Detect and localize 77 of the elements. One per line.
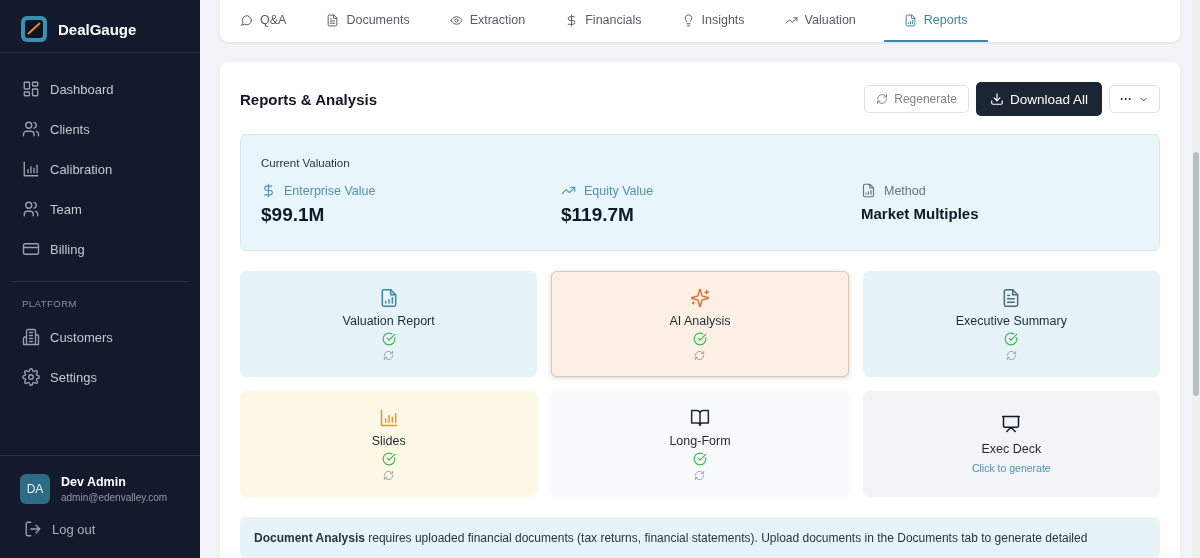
metric-value: $119.7M bbox=[561, 204, 635, 226]
scrollbar[interactable] bbox=[1192, 0, 1200, 558]
tab-icon bbox=[240, 13, 253, 27]
refresh-icon[interactable] bbox=[383, 469, 395, 481]
sidebar-icon bbox=[22, 160, 40, 178]
tab[interactable]: Reports bbox=[883, 0, 988, 42]
check-icon bbox=[693, 451, 707, 466]
report-name: Executive Summary bbox=[955, 313, 1067, 328]
check-icon bbox=[381, 331, 396, 346]
tab-icon bbox=[903, 13, 917, 27]
sidebar-item[interactable]: Team bbox=[10, 189, 190, 229]
check-icon bbox=[381, 451, 396, 466]
sidebar-icon bbox=[22, 240, 40, 258]
tab[interactable]: Q&A bbox=[228, 0, 299, 42]
metric-icon bbox=[261, 183, 276, 198]
check-icon bbox=[1004, 331, 1019, 346]
section-title: PLATFORM bbox=[21, 298, 79, 311]
refresh-icon[interactable] bbox=[1005, 349, 1017, 361]
refresh-icon[interactable] bbox=[694, 349, 706, 361]
report-card[interactable]: Valuation Report bbox=[240, 271, 538, 377]
refresh-icon[interactable] bbox=[383, 349, 395, 361]
metric-label: Enterprise Value bbox=[284, 183, 376, 198]
check-icon bbox=[693, 331, 707, 346]
logout-icon bbox=[24, 520, 42, 538]
report-name: Exec Deck bbox=[981, 442, 1042, 456]
report-icon bbox=[1001, 414, 1022, 434]
scrollbar-thumb[interactable] bbox=[1193, 152, 1199, 396]
refresh-icon bbox=[876, 93, 889, 105]
sidebar-icon bbox=[22, 368, 40, 386]
report-card[interactable]: Long-Form bbox=[551, 391, 849, 497]
brand-name: DealGauge bbox=[58, 20, 137, 38]
report-name: Slides bbox=[371, 433, 406, 448]
tab[interactable]: Insights bbox=[669, 0, 757, 42]
report-card[interactable]: Exec Deck Click to generate bbox=[862, 391, 1160, 497]
sidebar-icon bbox=[22, 200, 40, 218]
sidebar-item[interactable]: Customers bbox=[10, 317, 190, 357]
report-card[interactable]: AI Analysis bbox=[551, 271, 849, 377]
sidebar-icon bbox=[22, 328, 40, 346]
user-email: admin@edenvalley.com bbox=[61, 492, 168, 503]
sidebar-icon bbox=[22, 120, 40, 138]
user-name: Dev Admin bbox=[61, 475, 127, 489]
sidebar-item[interactable]: Dashboard bbox=[10, 69, 190, 109]
report-card[interactable]: Executive Summary bbox=[862, 271, 1160, 377]
user-avatar: DA bbox=[20, 474, 50, 504]
report-icon bbox=[690, 287, 710, 308]
refresh-icon[interactable] bbox=[694, 469, 706, 481]
metric-icon bbox=[861, 183, 876, 198]
tab[interactable]: Financials bbox=[553, 0, 654, 42]
more-menu-button[interactable]: ··· bbox=[1109, 85, 1160, 113]
report-icon bbox=[378, 407, 399, 428]
tab[interactable]: Valuation bbox=[772, 0, 868, 42]
metric-value: Market Multiples bbox=[861, 205, 980, 222]
logout-link[interactable]: Log out bbox=[24, 516, 96, 542]
report-name: Valuation Report bbox=[342, 313, 435, 328]
tab-icon bbox=[326, 13, 340, 27]
panel-title: Reports & Analysis bbox=[240, 90, 377, 108]
metric-label: Method bbox=[884, 183, 926, 198]
report-icon bbox=[690, 407, 710, 428]
logo-icon bbox=[20, 15, 48, 43]
sidebar-icon bbox=[22, 80, 40, 98]
report-name: AI Analysis bbox=[669, 313, 731, 328]
report-card[interactable]: Slides bbox=[240, 391, 538, 497]
sidebar-item[interactable]: Clients bbox=[10, 109, 190, 149]
download-icon bbox=[989, 92, 1004, 106]
valuation-title: Current Valuation bbox=[261, 157, 351, 169]
sidebar-item[interactable]: Settings bbox=[10, 357, 190, 397]
tab-icon bbox=[449, 13, 463, 27]
metric-label: Equity Value bbox=[584, 183, 654, 198]
tab[interactable]: Extraction bbox=[437, 0, 538, 42]
regenerate-button[interactable]: Regenerate bbox=[864, 85, 969, 113]
metric-value: $99.1M bbox=[261, 204, 326, 226]
download-all-button[interactable]: Download All bbox=[975, 82, 1102, 116]
sidebar-item[interactable]: Billing bbox=[10, 229, 190, 269]
report-name: Long-Form bbox=[669, 433, 731, 448]
notice-text: Document Analysis requires uploaded financial documents (tax returns, financial statements). Upload documents in the Documents tab to generate detailed bbox=[240, 517, 1160, 558]
sidebar-item[interactable]: Calibration bbox=[10, 149, 190, 189]
tab[interactable]: Documents bbox=[314, 0, 422, 42]
